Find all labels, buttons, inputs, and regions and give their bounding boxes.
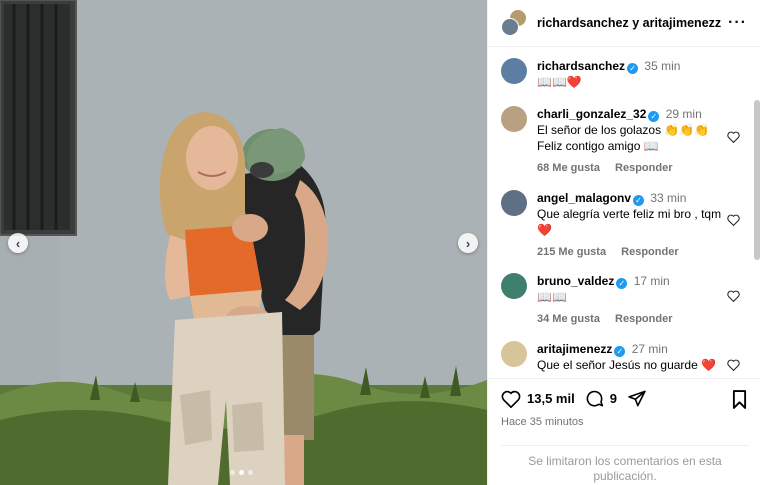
verified-badge-icon: ✓ xyxy=(648,111,660,122)
caption-time: 35 min xyxy=(644,59,681,73)
like-count[interactable]: 13,5 mil xyxy=(527,391,575,406)
comment-text: El señor de los golazos 👏👏👏 Feliz contig… xyxy=(537,123,710,153)
caption-username[interactable]: richardsanchez xyxy=(537,59,625,73)
collab-usernames: richardsanchez y aritajimenezz xyxy=(537,16,721,30)
comments-limited-notice: Se limitaron los comentarios en esta pub… xyxy=(501,445,749,484)
post-actions: 13,5 mil 9 Hace 35 minutos Se limitaron … xyxy=(488,378,760,485)
carousel-dot xyxy=(248,470,253,475)
comment-time: 33 min xyxy=(650,191,687,205)
verified-badge-icon: ✓ xyxy=(616,278,628,289)
avatar xyxy=(501,18,519,36)
post-header: richardsanchez y aritajimenezz ··· xyxy=(488,0,760,47)
comment-username[interactable]: charli_gonzalez_32 xyxy=(537,107,646,121)
carousel-prev-button[interactable]: ‹ xyxy=(8,233,28,253)
comment-time: 29 min xyxy=(665,107,702,121)
avatar[interactable] xyxy=(501,341,527,367)
comment-text: Que el señor Jesús no guarde ❤️ xyxy=(537,358,717,372)
verified-badge-icon: ✓ xyxy=(627,63,639,74)
post-photo: ‹ › xyxy=(0,0,487,485)
comments-scrollbar[interactable] xyxy=(754,100,760,260)
reply-button[interactable]: Responder xyxy=(615,162,672,174)
comment-username[interactable]: bruno_valdez xyxy=(537,274,614,288)
carousel-dot xyxy=(230,470,235,475)
comment-icon[interactable] xyxy=(585,389,604,408)
carousel-indicator xyxy=(230,470,253,475)
share-icon[interactable] xyxy=(627,389,647,408)
heart-icon[interactable] xyxy=(501,390,521,408)
carousel-next-button[interactable]: › xyxy=(458,233,478,253)
avatar[interactable] xyxy=(501,190,527,216)
photo-illustration xyxy=(0,0,487,485)
joiner-text: y xyxy=(632,16,640,30)
avatar[interactable] xyxy=(501,273,527,299)
post-timestamp[interactable]: Hace 35 minutos xyxy=(501,416,584,428)
avatar[interactable] xyxy=(501,106,527,132)
verified-badge-icon: ✓ xyxy=(633,195,645,206)
comment-username[interactable]: aritajimenezz xyxy=(537,342,612,356)
comment-likes[interactable]: 34 Me gusta xyxy=(537,313,600,325)
username-link[interactable]: aritajimenezz xyxy=(643,16,722,30)
comment-text: Que alegría verte feliz mi bro , tqm ❤️ xyxy=(537,207,722,237)
chevron-left-icon: ‹ xyxy=(15,235,21,251)
heart-icon[interactable] xyxy=(727,131,740,143)
reply-button[interactable]: Responder xyxy=(615,313,672,325)
collab-avatars[interactable] xyxy=(501,9,527,37)
caption-text: 📖📖❤️ xyxy=(537,75,582,89)
comment-likes[interactable]: 68 Me gusta xyxy=(537,162,600,174)
comment-time: 27 min xyxy=(631,342,668,356)
chevron-right-icon: › xyxy=(465,235,471,251)
username-link[interactable]: richardsanchez xyxy=(537,16,629,30)
comment-likes[interactable]: 215 Me gusta xyxy=(537,246,606,258)
heart-icon[interactable] xyxy=(727,359,740,371)
post-side-panel: richardsanchez y aritajimenezz ··· richa… xyxy=(487,0,760,485)
heart-icon[interactable] xyxy=(727,214,740,226)
bookmark-icon[interactable] xyxy=(732,390,747,409)
carousel-dot-active xyxy=(239,470,244,475)
comment-username[interactable]: angel_malagonv xyxy=(537,191,631,205)
comment-text: 📖📖 xyxy=(537,290,567,304)
avatar[interactable] xyxy=(501,58,527,84)
heart-icon[interactable] xyxy=(727,290,740,302)
comment-time: 17 min xyxy=(633,274,670,288)
comment-count[interactable]: 9 xyxy=(610,391,617,406)
more-horizontal-icon[interactable]: ··· xyxy=(728,14,747,32)
comments-list[interactable]: richardsanchez ✓ 35 min 📖📖❤️ charli_gonza… xyxy=(488,48,760,376)
reply-button[interactable]: Responder xyxy=(621,246,678,258)
verified-badge-icon: ✓ xyxy=(614,346,626,357)
